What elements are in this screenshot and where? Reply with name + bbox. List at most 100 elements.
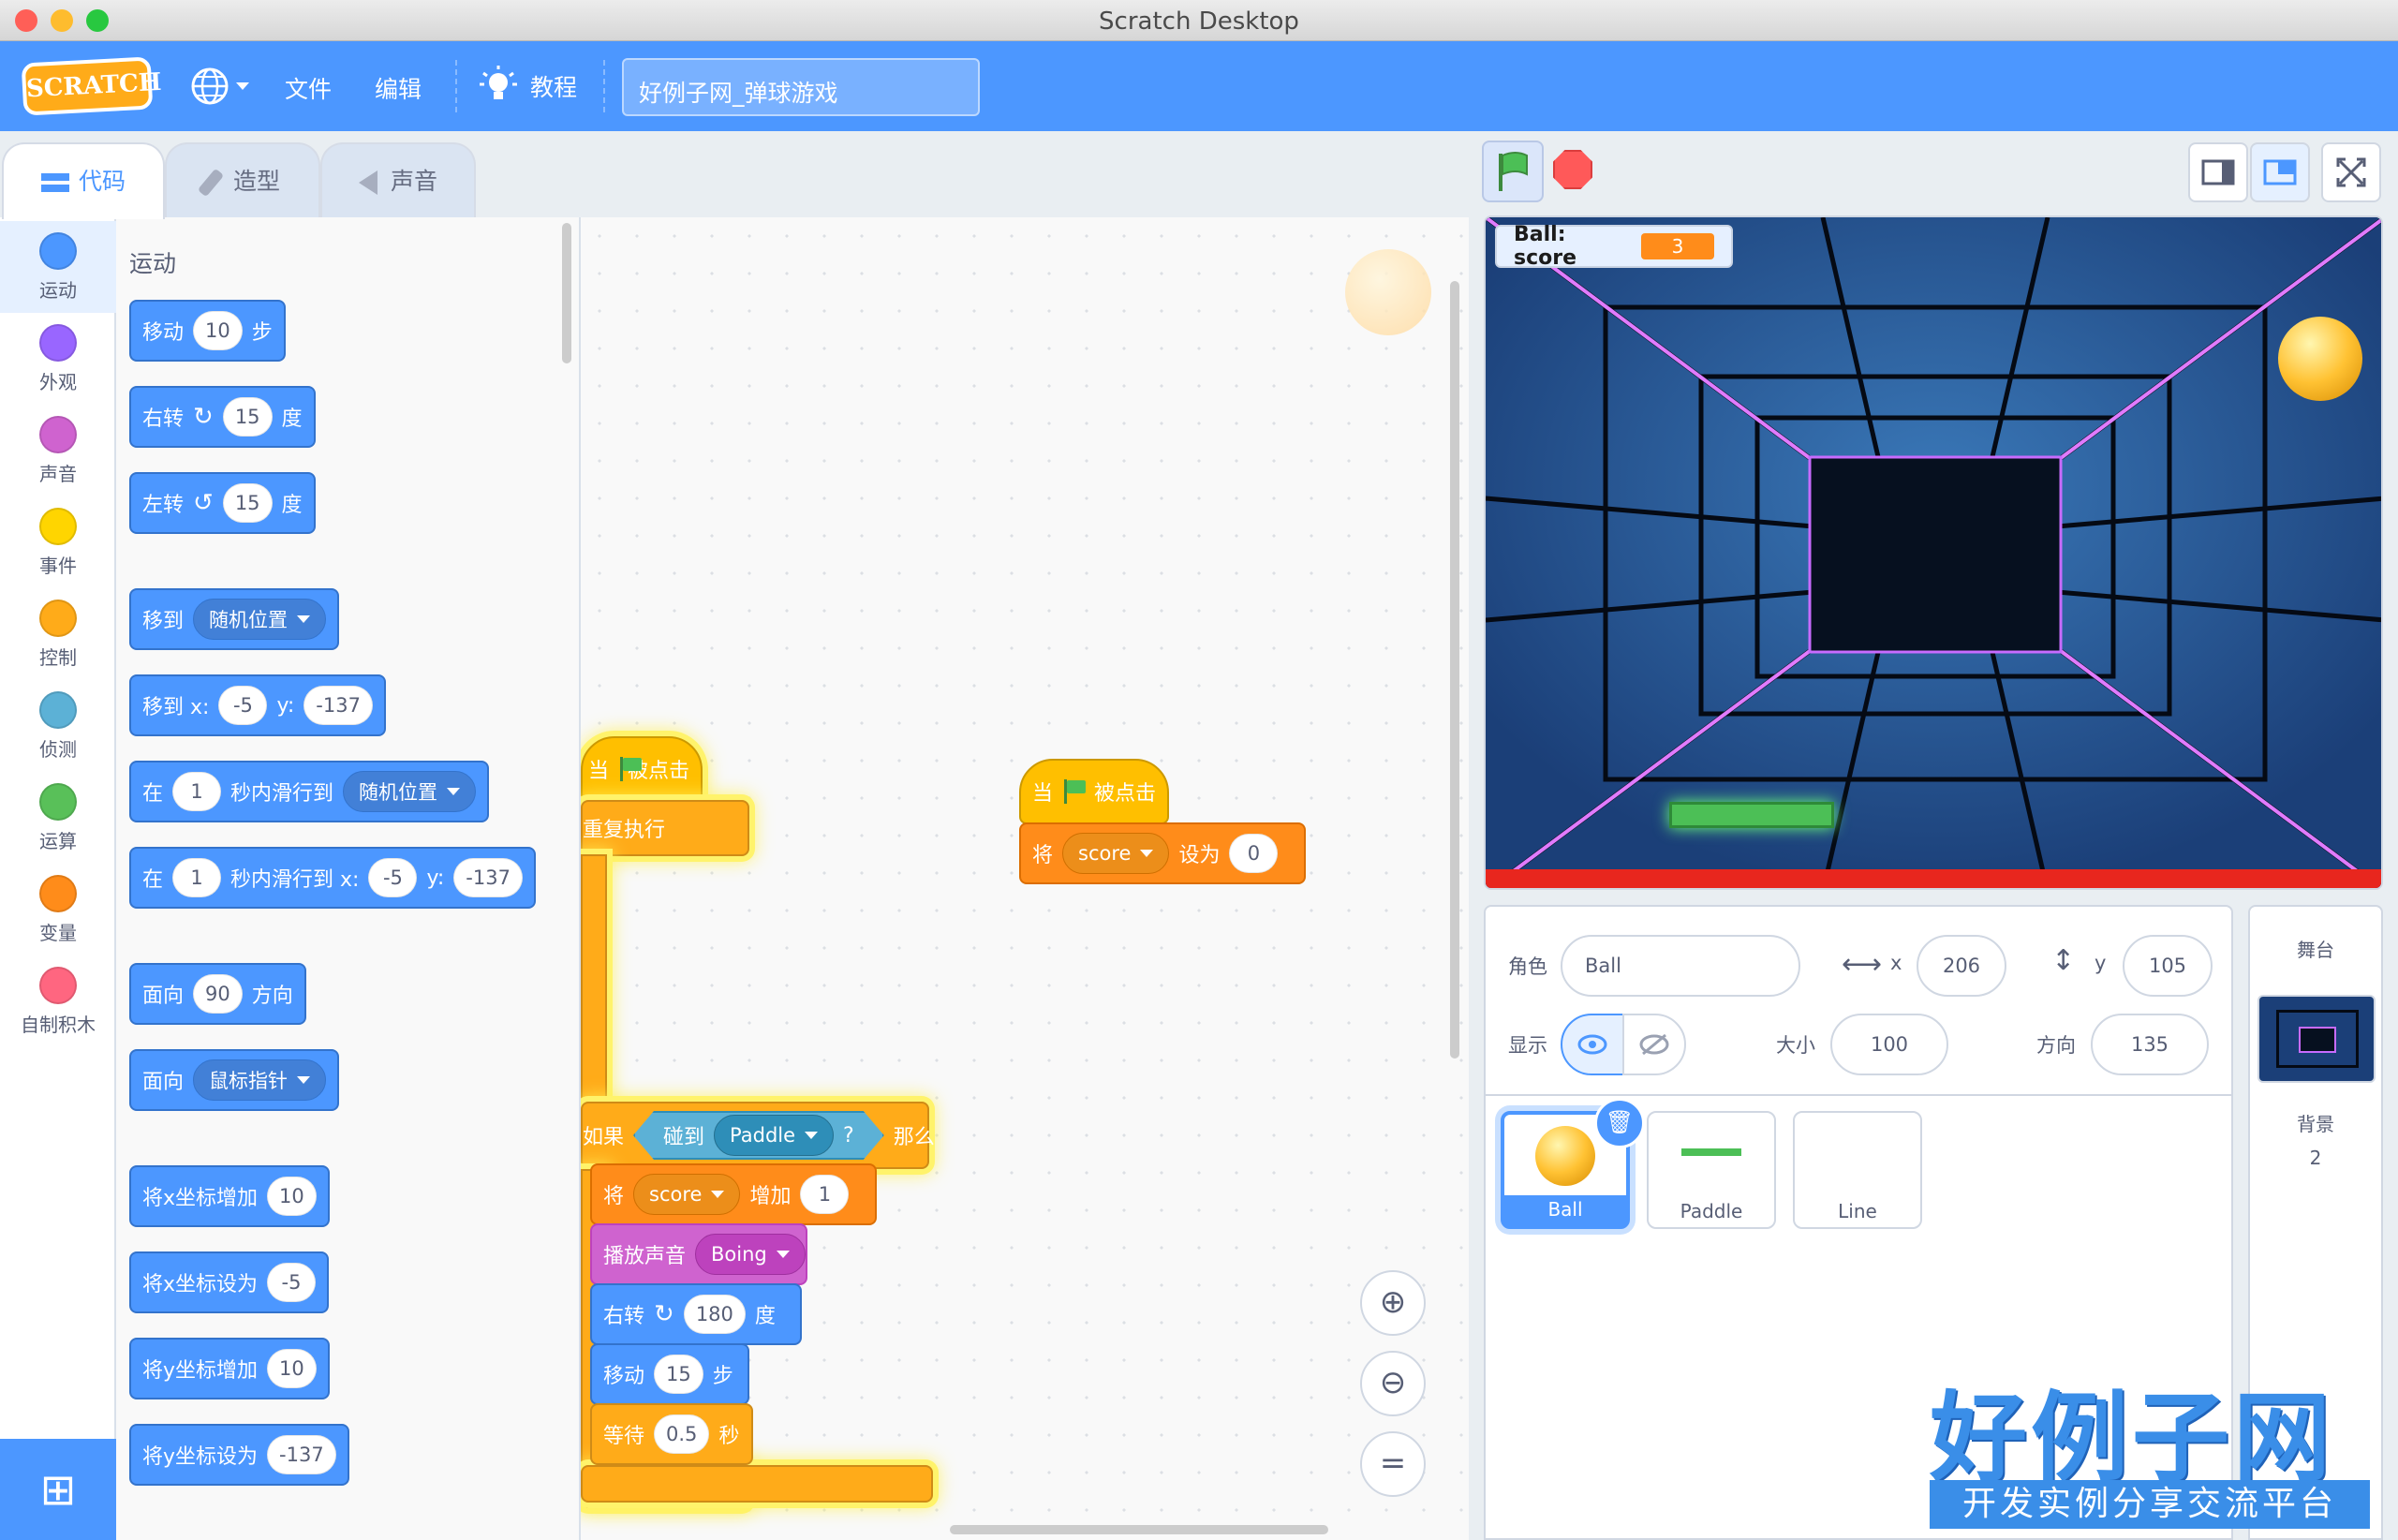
seconds-input[interactable]: 1 [172,772,222,811]
ball-sprite[interactable] [2278,317,2362,401]
degrees-input[interactable]: 15 [222,483,273,523]
stage-canvas[interactable] [1484,215,2383,890]
category-motion[interactable]: 运动 [0,221,116,313]
value-input[interactable]: 10 [267,1349,317,1388]
block-turn-right[interactable]: 右转 ↻ 180 度 [590,1283,802,1345]
category-variables[interactable]: 变量 [0,864,116,955]
block-point-towards[interactable]: 面向 鼠标指针 [129,1049,340,1111]
fullscreen-button[interactable] [2321,142,2381,202]
block-text: 步 [712,1365,733,1388]
variable-dropdown[interactable]: score [633,1174,741,1215]
tutorials-button[interactable]: 教程 [480,60,577,112]
degrees-input[interactable]: 15 [222,397,273,437]
seconds-input[interactable]: 0.5 [654,1414,710,1454]
x-input[interactable]: -5 [368,858,418,897]
add-extension-button[interactable]: ⊞ [0,1439,116,1540]
category-label: 侦测 [39,738,77,761]
block-change-variable[interactable]: 将 score 增加 1 [590,1163,877,1225]
block-turn-right[interactable]: 右转 ↻ 15 度 [129,386,316,448]
language-menu[interactable] [189,64,255,109]
tab-code[interactable]: 代码 [2,142,165,219]
zoom-reset-button[interactable]: = [1360,1431,1426,1497]
project-title-input[interactable]: 好例子网_弹球游戏 [622,58,980,116]
green-flag-button[interactable] [1482,141,1544,202]
category-control[interactable]: 控制 [0,588,116,680]
category-events[interactable]: 事件 [0,496,116,588]
workspace-horizontal-scrollbar[interactable] [950,1525,1328,1534]
hide-sprite-button[interactable] [1622,1014,1686,1075]
block-goto-xy[interactable]: 移到 x: -5 y: -137 [129,674,386,736]
block-forever[interactable]: 重复执行 [581,800,749,856]
steps-input[interactable]: 15 [654,1355,703,1394]
category-myblocks[interactable]: 自制积木 [0,955,116,1047]
steps-input[interactable]: 10 [193,311,243,350]
scratch-logo[interactable]: SCRATCH [21,56,162,116]
stop-button[interactable] [1553,150,1592,189]
block-wait[interactable]: 等待 0.5 秒 [590,1403,753,1465]
code-workspace[interactable]: 当 被点击 重复执行 ⤴ 如果 碰到 Paddle ? 那么 将 score 增… [581,217,1469,1540]
y-input[interactable]: -137 [453,858,523,897]
degrees-input[interactable]: 180 [683,1295,746,1334]
zoom-out-button[interactable]: ⊖ [1360,1351,1426,1416]
value-input[interactable]: 1 [800,1175,850,1214]
block-change-y[interactable]: 将y坐标增加 10 [129,1338,330,1399]
value-input[interactable]: 0 [1229,834,1279,873]
block-goto[interactable]: 移到 随机位置 [129,588,340,650]
sound-dropdown[interactable]: Boing [695,1234,806,1275]
sprite-name-input[interactable]: Ball [1561,935,1800,997]
variable-monitor-score[interactable]: Ball: score 3 [1495,223,1733,270]
seconds-input[interactable]: 1 [172,858,222,897]
block-set-y[interactable]: 将y坐标设为 -137 [129,1424,349,1486]
towards-dropdown[interactable]: 鼠标指针 [193,1059,327,1101]
hat-block-when-flag-clicked[interactable]: 当 被点击 [1019,759,1169,824]
sprite-tile-line[interactable]: Line [1793,1111,1922,1229]
y-input[interactable]: -137 [303,686,373,725]
block-change-x[interactable]: 将x坐标增加 10 [129,1165,330,1227]
file-menu[interactable]: 文件 [285,71,332,105]
paddle-thumbnail [1681,1148,1741,1156]
category-operators[interactable]: 运算 [0,772,116,864]
block-glide[interactable]: 在 1 秒内滑行到 随机位置 [129,761,490,822]
value-input[interactable]: -137 [267,1435,336,1474]
palette-scrollbar[interactable] [562,223,571,363]
category-looks[interactable]: 外观 [0,313,116,405]
block-move-steps[interactable]: 移动 10 步 [129,300,286,362]
size-input[interactable]: 100 [1830,1014,1948,1075]
small-stage-button[interactable] [2188,142,2248,202]
show-sprite-button[interactable] [1561,1014,1624,1075]
y-input[interactable]: 105 [2123,935,2213,997]
edit-menu[interactable]: 编辑 [375,71,422,105]
tab-sounds[interactable]: 声音 [320,142,476,217]
direction-input[interactable]: 90 [193,974,243,1014]
value-input[interactable]: 10 [267,1177,317,1216]
block-if-then[interactable]: 如果 碰到 Paddle ? 那么 [581,1102,935,1169]
block-set-x[interactable]: 将x坐标设为 -5 [129,1251,330,1313]
category-sensing[interactable]: 侦测 [0,680,116,772]
hat-block-when-flag-clicked[interactable]: 当 被点击 [581,736,703,802]
sensing-touching-block[interactable]: 碰到 Paddle ? [633,1111,884,1160]
sprite-tile-paddle[interactable]: Paddle [1647,1111,1776,1229]
block-glide-xy[interactable]: 在 1 秒内滑行到 x: -5 y: -137 [129,847,536,909]
code-icon [40,173,69,192]
category-sound[interactable]: 声音 [0,405,116,496]
block-play-sound[interactable]: 播放声音 Boing [590,1223,807,1285]
direction-input[interactable]: 135 [2091,1014,2209,1075]
block-text: y: [426,866,445,890]
block-move-steps[interactable]: 移动 15 步 [590,1343,749,1405]
x-input[interactable]: -5 [218,686,268,725]
goto-target-dropdown[interactable]: 随机位置 [193,599,327,640]
paddle-sprite[interactable] [1669,802,1834,828]
workspace-vertical-scrollbar[interactable] [1450,281,1459,1059]
block-set-variable[interactable]: 将 score 设为 0 [1019,822,1306,884]
glide-target-dropdown[interactable]: 随机位置 [343,771,477,812]
touching-target-dropdown[interactable]: Paddle [714,1115,834,1156]
delete-sprite-button[interactable]: 🗑 [1594,1098,1645,1148]
block-point-direction[interactable]: 面向 90 方向 [129,963,306,1025]
variable-dropdown[interactable]: score [1062,833,1170,874]
tab-costumes[interactable]: 造型 [165,142,320,217]
x-input[interactable]: 206 [1917,935,2006,997]
block-turn-left[interactable]: 左转 ↺ 15 度 [129,472,316,534]
normal-stage-button[interactable] [2250,142,2310,202]
zoom-in-button[interactable]: ⊕ [1360,1270,1426,1336]
value-input[interactable]: -5 [267,1263,317,1302]
